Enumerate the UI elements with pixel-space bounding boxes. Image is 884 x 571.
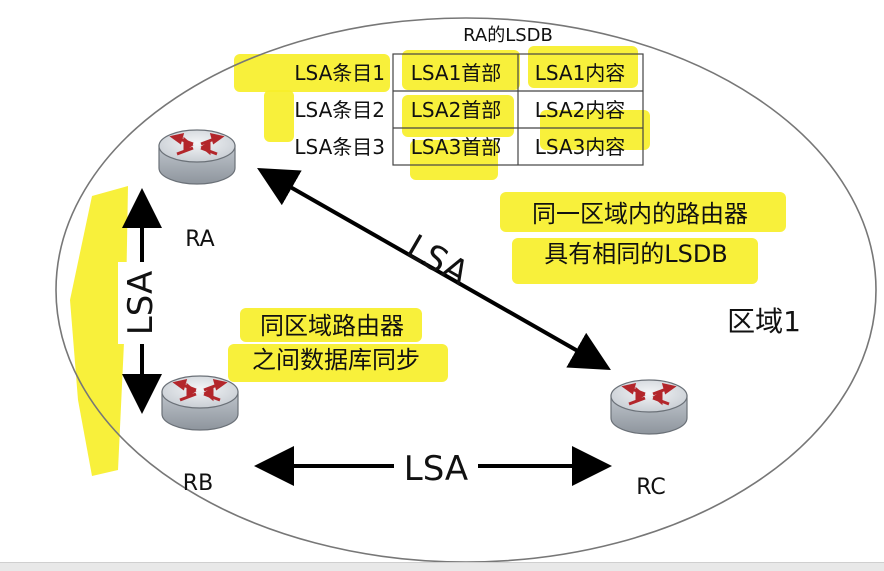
lsa-content-2: LSA2内容 xyxy=(535,98,626,122)
router-label-rc: RC xyxy=(636,475,666,500)
lsa-header-1: LSA1首部 xyxy=(411,61,502,85)
lsa-content-3: LSA3内容 xyxy=(535,135,626,159)
note-sync-line1: 同区域路由器 xyxy=(260,312,404,340)
router-icon xyxy=(157,128,237,186)
lsdb-title: RA的LSDB xyxy=(463,25,553,46)
router-icon xyxy=(609,378,689,436)
lsa-entry-1: LSA条目1 xyxy=(294,61,385,85)
lsa-content-1: LSA1内容 xyxy=(535,61,626,85)
link-label-ra-rb: LSA xyxy=(121,271,161,335)
ospf-lsdb-diagram: RA的LSDB LSA条目1 LSA1首部 LSA1内容 LSA条目2 LSA2… xyxy=(55,17,877,563)
router-rc: RC xyxy=(609,378,689,500)
lsa-entry-3: LSA条目3 xyxy=(294,135,385,159)
link-label-rb-rc: LSA xyxy=(404,449,468,489)
lsa-entry-2: LSA条目2 xyxy=(294,98,385,122)
router-ra: RA xyxy=(157,128,237,252)
note-same-area-line1: 同一区域内的路由器 xyxy=(532,200,748,228)
lsa-header-3: LSA3首部 xyxy=(411,135,502,159)
note-same-area-line2: 具有相同的LSDB xyxy=(544,240,728,268)
router-label-ra: RA xyxy=(185,227,214,252)
router-icon xyxy=(160,374,240,432)
note-sync-line2: 之间数据库同步 xyxy=(252,346,420,374)
router-label-rb: RB xyxy=(183,471,213,496)
router-rb: RB xyxy=(160,374,240,496)
area-label: 区域1 xyxy=(727,305,801,338)
lsa-header-2: LSA2首部 xyxy=(411,98,502,122)
